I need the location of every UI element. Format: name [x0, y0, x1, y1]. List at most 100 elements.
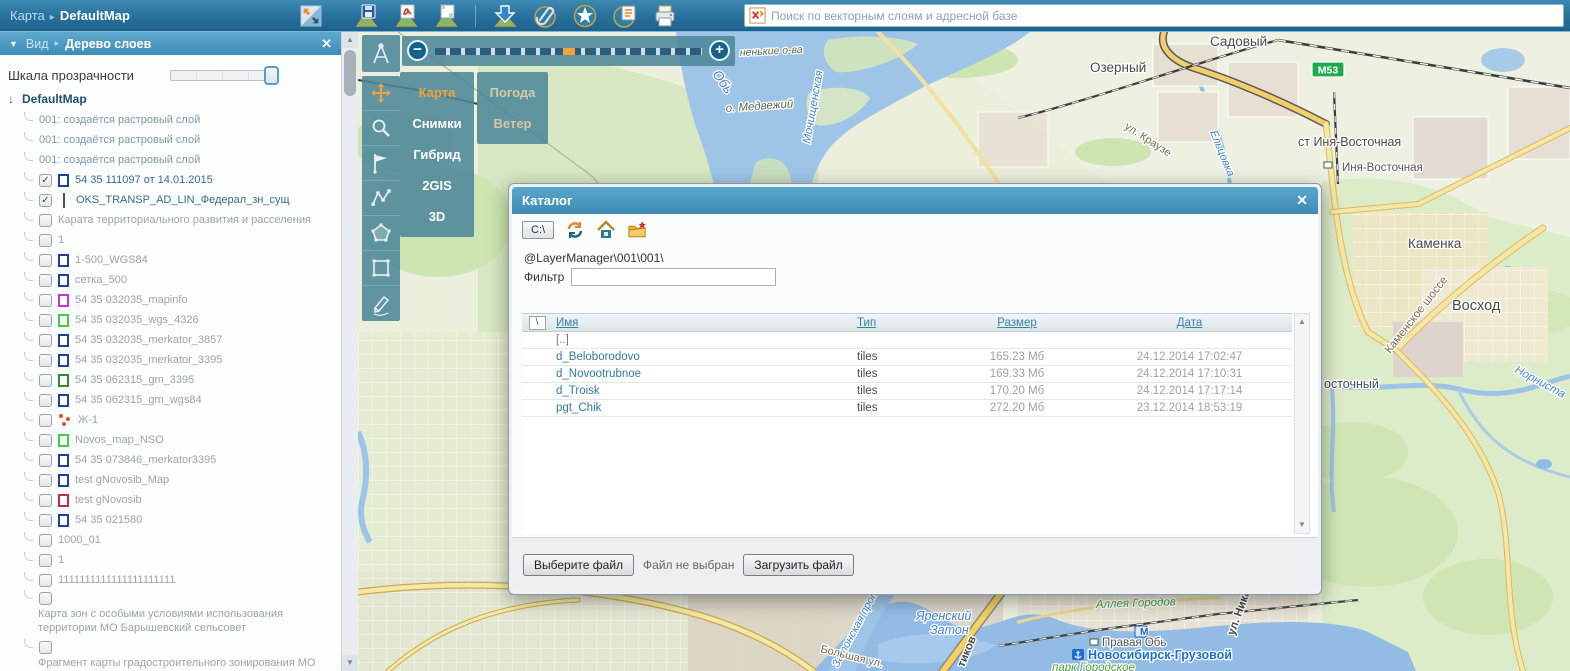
layer-checkbox[interactable]	[39, 234, 52, 247]
attachments-button[interactable]	[531, 2, 559, 29]
scrollbar-thumb[interactable]	[344, 50, 356, 96]
dialog-titlebar[interactable]: Каталог ✕	[512, 187, 1318, 214]
layer-checkbox[interactable]	[39, 454, 52, 467]
layer-label[interactable]: 001: создаётся растровый слой	[39, 114, 200, 126]
file-row[interactable]: d_Beloborodovotiles165.23 Мб24.12.2014 1…	[522, 349, 1292, 366]
flag-tool-button[interactable]	[362, 146, 400, 181]
layer-checkbox[interactable]	[39, 214, 52, 227]
layer-tree-item[interactable]: 001: создаётся растровый слой	[8, 130, 321, 150]
panel-collapse-icon[interactable]: ▼	[9, 39, 18, 49]
export-pdf-button[interactable]	[392, 2, 420, 29]
measure-tool-button[interactable]	[362, 35, 400, 72]
zoom-tool-button[interactable]	[362, 111, 400, 146]
list-scroll-up-icon[interactable]: ▲	[1295, 314, 1309, 330]
map-layer-button[interactable]: 2GIS	[400, 170, 474, 201]
layer-label[interactable]: 1	[58, 554, 64, 566]
map-layer-button[interactable]: Карта	[400, 77, 474, 108]
layer-checkbox[interactable]	[39, 354, 52, 367]
layer-tree-item[interactable]: 54 35 073846_merkator3395	[8, 450, 321, 470]
search-input[interactable]	[771, 9, 1559, 23]
layer-checkbox[interactable]	[39, 514, 52, 527]
file-row[interactable]: d_Novootrubnoetiles169.33 Мб24.12.2014 1…	[522, 366, 1292, 383]
layer-tree-item[interactable]: 54 35 021580	[8, 510, 321, 530]
layer-tree-item[interactable]: Фрагмент карты градостроительного зониро…	[8, 639, 321, 670]
file-row[interactable]: pgt_Chiktiles272.20 Мб23.12.2014 18:53:1…	[522, 400, 1292, 417]
layer-tree-item[interactable]: test gNovosib_Map	[8, 470, 321, 490]
map-layer-button[interactable]: Ветер	[477, 108, 548, 139]
layer-tree-item[interactable]: ✓54 35 111097 от 14.01.2015	[8, 170, 321, 190]
file-name[interactable]: pgt_Chik	[552, 402, 857, 414]
measure-line-tool-button[interactable]	[362, 181, 400, 216]
layer-tree-item[interactable]: Карата территориального развития и рассе…	[8, 210, 321, 230]
layer-tree-item[interactable]: Карта зон с особыми условиями использова…	[8, 590, 321, 635]
layer-checkbox[interactable]	[39, 474, 52, 487]
layer-label[interactable]: 54 35 032035_merkator_3395	[75, 354, 222, 366]
file-name[interactable]: d_Troisk	[552, 385, 857, 397]
zoom-in-button[interactable]: +	[709, 40, 730, 61]
layer-checkbox[interactable]	[39, 254, 52, 267]
column-date[interactable]: Дата	[1087, 317, 1292, 329]
map-layer-button[interactable]: 3D	[400, 201, 474, 232]
layer-checkbox[interactable]	[39, 274, 52, 287]
file-name[interactable]: d_Novootrubnoe	[552, 368, 857, 380]
save-map-button[interactable]	[352, 2, 380, 29]
layer-tree-item[interactable]: test gNovosib	[8, 490, 321, 510]
panel-menu[interactable]: Вид	[26, 37, 49, 51]
tree-expand-icon[interactable]: ↓	[8, 92, 14, 106]
layer-label[interactable]: 54 35 062315_gm_3395	[75, 374, 194, 386]
layer-label[interactable]: test gNovosib_Map	[75, 474, 169, 486]
layer-checkbox[interactable]	[39, 554, 52, 567]
transparency-slider-handle[interactable]	[264, 66, 279, 85]
choose-file-button[interactable]: Выберите файл	[523, 554, 634, 576]
layer-label[interactable]: 54 35 032035_mapinfo	[75, 294, 188, 306]
layer-label[interactable]: 1111111111111111111111	[58, 574, 175, 586]
bookmarks-button[interactable]	[571, 2, 599, 29]
column-size[interactable]: Размер	[947, 317, 1087, 329]
zoom-slider-current[interactable]	[563, 48, 575, 55]
draw-tool-button[interactable]	[362, 286, 400, 321]
transparency-slider[interactable]	[170, 70, 276, 81]
collapse-panel-button[interactable]	[296, 3, 326, 29]
new-folder-button[interactable]	[627, 220, 647, 240]
parent-dir-row[interactable]: [..]	[522, 332, 1292, 349]
filter-input[interactable]	[571, 268, 776, 286]
layer-label[interactable]: 54 35 021580	[75, 514, 142, 526]
layer-checkbox[interactable]	[39, 294, 52, 307]
dialog-close-button[interactable]: ✕	[1296, 192, 1308, 209]
polygon-tool-button[interactable]	[362, 216, 400, 251]
map-layer-button[interactable]: Гибрид	[400, 139, 474, 170]
layer-checkbox[interactable]: ✓	[39, 174, 52, 187]
breadcrumb-prefix[interactable]: Карта	[10, 8, 45, 23]
layer-tree-item[interactable]: 54 35 062315_gm_3395	[8, 370, 321, 390]
layer-checkbox[interactable]	[39, 641, 52, 654]
layer-checkbox[interactable]	[39, 314, 52, 327]
layer-tree-item[interactable]: 54 35 062315_gm_wgs84	[8, 390, 321, 410]
layer-tree-root[interactable]: ↓ DefaultMap	[8, 88, 321, 110]
scroll-up-icon[interactable]: ▲	[342, 32, 358, 48]
home-button[interactable]	[596, 220, 616, 240]
layer-label[interactable]: 54 35 032035_merkator_3857	[75, 334, 222, 346]
layer-tree-item[interactable]: 54 35 032035_merkator_3395	[8, 350, 321, 370]
layer-label[interactable]: test gNovosib	[75, 494, 142, 506]
zoom-out-button[interactable]: −	[407, 40, 428, 61]
layer-tree-item[interactable]: Novos_map_NSO	[8, 430, 321, 450]
file-list-scrollbar[interactable]: ▲ ▼	[1294, 313, 1310, 534]
layer-document-button[interactable]	[611, 2, 639, 29]
column-type[interactable]: Тип	[857, 317, 947, 329]
layer-tree-item[interactable]: 1000_01	[8, 530, 321, 550]
layer-tree-item[interactable]: 54 35 032035_merkator_3857	[8, 330, 321, 350]
list-scroll-down-icon[interactable]: ▼	[1295, 517, 1309, 533]
panel-close-button[interactable]: ✕	[321, 36, 332, 52]
layer-tree-item[interactable]: 54 35 032035_mapinfo	[8, 290, 321, 310]
layer-label[interactable]: Ж-1	[78, 414, 98, 426]
layer-tree-item[interactable]: 1	[8, 550, 321, 570]
export-image-button[interactable]	[432, 2, 460, 29]
layer-label[interactable]: 54 35 073846_merkator3395	[75, 454, 216, 466]
layer-tree-item[interactable]: сетка_500	[8, 270, 321, 290]
layer-checkbox[interactable]	[39, 434, 52, 447]
layer-label[interactable]: сетка_500	[75, 274, 127, 286]
layer-checkbox[interactable]	[39, 534, 52, 547]
print-button[interactable]	[651, 2, 679, 29]
pan-tool-button[interactable]	[362, 76, 400, 111]
layer-label[interactable]: 001: создаётся растровый слой	[39, 154, 200, 166]
